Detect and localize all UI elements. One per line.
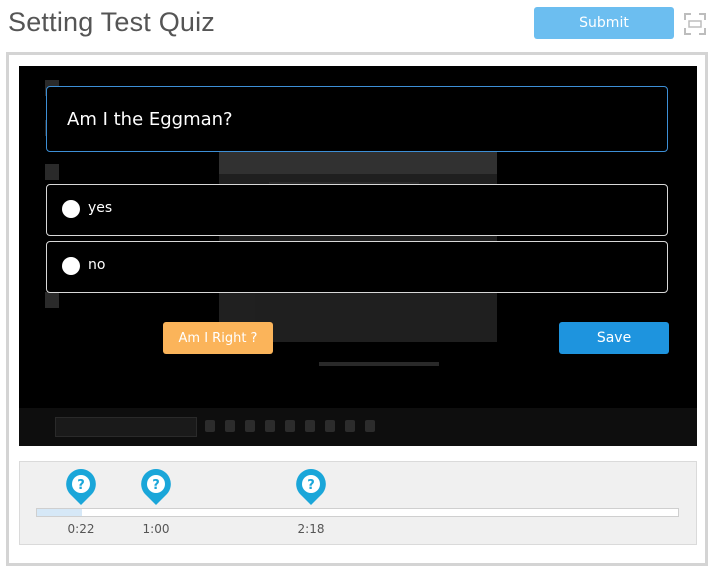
question-box: Am I the Eggman? [46, 86, 668, 152]
taskbar [19, 408, 697, 446]
page-title: Setting Test Quiz [8, 7, 216, 37]
marker-time-label: 2:18 [297, 522, 325, 536]
timeline-track[interactable] [36, 508, 679, 517]
option-label: no [88, 257, 106, 273]
question-marker-icon[interactable]: ? [295, 468, 327, 506]
question-marker-icon[interactable]: ? [65, 468, 97, 506]
taskbar-search [55, 417, 197, 437]
question-text: Am I the Eggman? [67, 109, 233, 130]
fullscreen-icon[interactable] [683, 12, 707, 36]
option-yes[interactable]: yes [46, 184, 668, 236]
desktop-icon [45, 164, 59, 180]
radio-button[interactable] [62, 257, 80, 275]
timeline-progress [37, 509, 82, 516]
svg-text:?: ? [77, 478, 85, 493]
svg-text:?: ? [307, 478, 315, 493]
question-marker-icon[interactable]: ? [140, 468, 172, 506]
marker-time-label: 0:22 [67, 522, 95, 536]
option-label: yes [88, 200, 113, 216]
svg-text:?: ? [152, 478, 160, 493]
desktop-icon [45, 292, 59, 308]
am-i-right-button[interactable]: Am I Right ? [163, 322, 273, 354]
option-no[interactable]: no [46, 241, 668, 293]
timeline-panel [19, 461, 697, 545]
save-button[interactable]: Save [559, 322, 669, 354]
submit-button[interactable]: Submit [534, 7, 674, 39]
radio-button[interactable] [62, 200, 80, 218]
marker-time-label: 1:00 [142, 522, 170, 536]
